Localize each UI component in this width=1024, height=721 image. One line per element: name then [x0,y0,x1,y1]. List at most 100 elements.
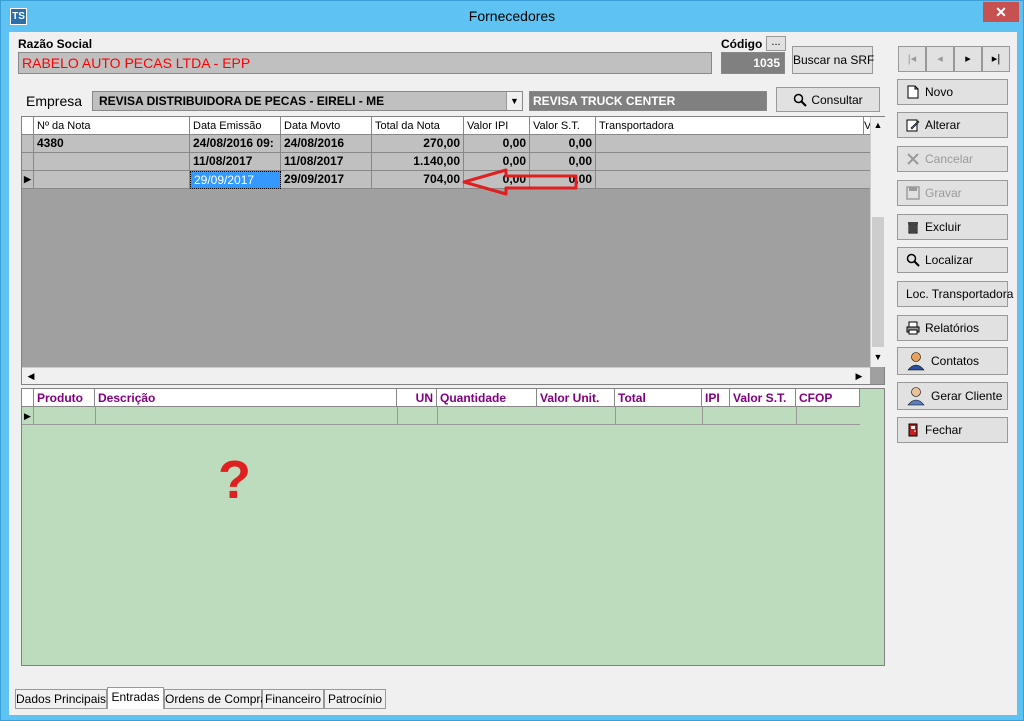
tab-dados-principais[interactable]: Dados Principais [15,689,107,709]
trash-icon [908,222,918,234]
cell-numero[interactable] [34,171,190,189]
cell-total[interactable]: 270,00 [372,135,464,153]
table-row-selected[interactable]: ▶ 29/09/2017 29/09/2017 704,00 0,00 0,00 [22,171,872,189]
cell-data-movto[interactable]: 29/09/2017 [281,171,372,189]
produtos-grid[interactable]: Produto Descrição UN Quantidade Valor Un… [21,388,885,666]
current-row-arrow-icon: ▶ [22,407,34,425]
col-numero-nota[interactable]: Nº da Nota [34,117,190,135]
cell-transportadora[interactable] [596,153,872,171]
fornecedores-window: TS Fornecedores ✕ Razão Social RABELO AU… [0,0,1024,721]
cell-data-emissao[interactable]: 24/08/2016 09: [190,135,281,153]
nav-next-button[interactable]: ▸ [954,46,982,72]
bottom-tabs: Dados Principais Entradas Ordens de Comp… [9,687,889,709]
col-total[interactable]: Total [615,389,702,407]
excluir-button[interactable]: Excluir [897,214,1008,240]
grid-divider [796,407,797,425]
grid-divider [615,407,616,425]
cell-data-movto[interactable]: 11/08/2017 [281,153,372,171]
col-cfop[interactable]: CFOP [796,389,860,407]
cell-st[interactable]: 0,00 [530,135,596,153]
col-valor-unit[interactable]: Valor Unit. [537,389,615,407]
novo-button[interactable]: Novo [897,79,1008,105]
col-ipi[interactable]: IPI [702,389,730,407]
codigo-field[interactable]: 1035 [721,52,785,74]
horizontal-scrollbar[interactable]: ◀ ▶ [22,367,870,384]
contatos-button[interactable]: Contatos [897,347,1008,375]
cell-total[interactable]: 1.140,00 [372,153,464,171]
title-bar[interactable]: TS Fornecedores ✕ [1,1,1023,32]
alterar-label: Alterar [925,118,961,132]
cell-data-movto[interactable]: 24/08/2016 [281,135,372,153]
table-row-empty[interactable]: ▶ [22,407,860,425]
empresa-alias-field: REVISA TRUCK CENTER [529,91,767,111]
cancelar-button[interactable]: Cancelar [897,146,1008,172]
current-row-arrow-icon: ▶ [22,171,34,189]
scroll-left-icon[interactable]: ◀ [24,368,38,384]
nav-prev-button[interactable]: ◂ [926,46,954,72]
scroll-thumb[interactable] [872,217,884,347]
cell-total[interactable]: 704,00 [372,171,464,189]
col-data-emissao[interactable]: Data Emissão [190,117,281,135]
razao-social-field[interactable]: RABELO AUTO PECAS LTDA - EPP [18,52,712,74]
gravar-button[interactable]: Gravar [897,180,1008,206]
cell-numero[interactable] [34,153,190,171]
tab-patrocinio[interactable]: Patrocínio [324,689,386,709]
cell-transportadora[interactable] [596,171,872,189]
col-un[interactable]: UN [397,389,437,407]
chevron-down-icon[interactable]: ▼ [506,92,522,110]
gravar-label: Gravar [925,186,962,200]
razao-social-label: Razão Social [18,37,93,51]
fechar-button[interactable]: Fechar [897,417,1008,443]
tab-financeiro[interactable]: Financeiro [262,689,324,709]
col-data-movto[interactable]: Data Movto [281,117,372,135]
cancelar-label: Cancelar [925,152,974,166]
col-valor-ipi[interactable]: Valor IPI [464,117,530,135]
col-valor-st[interactable]: Valor S.T. [730,389,796,407]
exit-door-icon [908,423,918,437]
tab-ordens-de-compra[interactable]: Ordens de Compra [164,689,267,709]
cell-transportadora[interactable] [596,135,872,153]
gerar-cliente-label: Gerar Cliente [931,389,1003,403]
cell-data-emissao[interactable]: 11/08/2017 [190,153,281,171]
localizar-label: Localizar [925,253,974,267]
col-produto[interactable]: Produto [34,389,95,407]
cell-numero[interactable]: 4380 [34,135,190,153]
window-title: Fornecedores [468,8,556,24]
empresa-value: REVISA DISTRIBUIDORA DE PECAS - EIRELI -… [99,94,385,108]
col-total-nota[interactable]: Total da Nota [372,117,464,135]
scroll-right-icon[interactable]: ▶ [852,368,866,384]
row-indicator-header [22,117,34,135]
table-row[interactable]: 11/08/2017 11/08/2017 1.140,00 0,00 0,00 [22,153,872,171]
col-descricao[interactable]: Descrição [95,389,397,407]
grid-divider [397,407,398,425]
table-row[interactable]: 4380 24/08/2016 09: 24/08/2016 270,00 0,… [22,135,872,153]
search-icon [794,93,808,107]
gerar-cliente-button[interactable]: Gerar Cliente [897,382,1008,410]
scroll-down-icon[interactable]: ▼ [871,349,885,365]
vertical-scrollbar[interactable]: ▲ ▼ [870,117,885,367]
consultar-button[interactable]: Consultar [776,87,880,112]
nav-first-button[interactable]: |◂ [898,46,926,72]
close-window-button[interactable]: ✕ [983,2,1019,22]
loc-transportadora-button[interactable]: Loc. Transportadora [897,281,1013,307]
empresa-select[interactable]: REVISA DISTRIBUIDORA DE PECAS - EIRELI -… [92,91,523,111]
nav-last-button[interactable]: ▸| [982,46,1010,72]
buscar-srf-button[interactable]: Buscar na SRF [792,46,874,74]
localizar-button[interactable]: Localizar [897,247,1008,273]
client-area: Razão Social RABELO AUTO PECAS LTDA - EP… [9,32,1017,715]
contatos-label: Contatos [931,354,980,368]
excluir-label: Excluir [925,220,962,234]
cell-data-emissao-selected[interactable]: 29/09/2017 [190,171,281,189]
notas-grid[interactable]: Nº da Nota Data Emissão Data Movto Total… [21,116,885,385]
col-valor-st[interactable]: Valor S.T. [530,117,596,135]
grid-divider [702,407,703,425]
col-transportadora[interactable]: Transportadora [596,117,864,135]
codigo-lookup-button[interactable]: ... [766,36,786,51]
alterar-button[interactable]: Alterar [897,112,1008,138]
cell-ipi[interactable]: 0,00 [464,135,530,153]
scroll-up-icon[interactable]: ▲ [871,117,885,133]
notas-grid-header: Nº da Nota Data Emissão Data Movto Total… [22,117,872,135]
col-quantidade[interactable]: Quantidade [437,389,537,407]
relatorios-button[interactable]: Relatórios [897,315,1008,341]
tab-entradas[interactable]: Entradas [107,687,164,709]
